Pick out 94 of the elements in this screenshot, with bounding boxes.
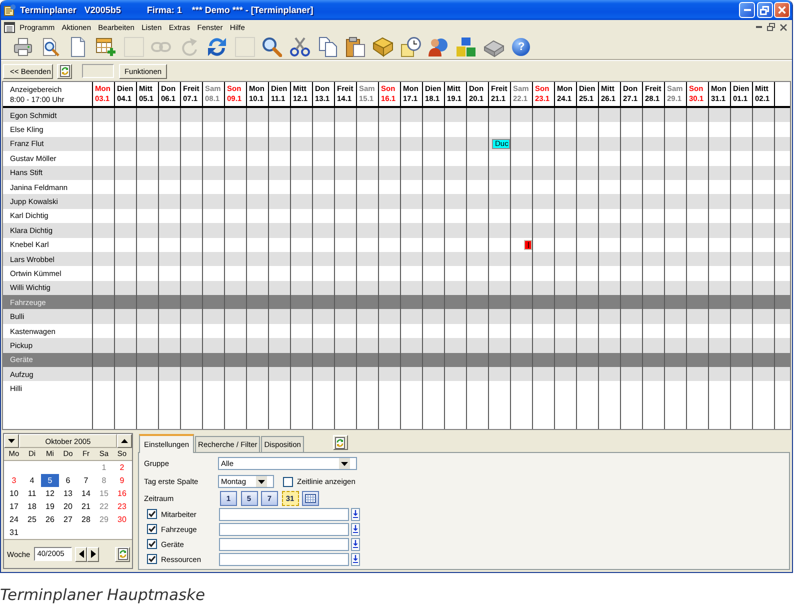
figure-caption: Terminplaner Hauptmaske	[0, 586, 206, 604]
calendar-day[interactable]: 25	[23, 513, 41, 526]
calendar-day[interactable]: 26	[41, 513, 59, 526]
calendar-day[interactable]: 24	[5, 513, 23, 526]
calendar-day[interactable]: 17	[5, 500, 23, 513]
close-button[interactable]	[774, 2, 790, 18]
calendar-day[interactable]: 8	[95, 474, 113, 487]
arrow-down-bar-icon	[353, 510, 358, 518]
checkbox[interactable]	[283, 476, 293, 486]
arrow-down-bar-icon	[353, 540, 358, 548]
arrow-down-bar-icon	[353, 525, 358, 533]
calendar-day[interactable]: 15	[95, 487, 113, 500]
minimize-button[interactable]	[739, 2, 755, 18]
restore-button[interactable]	[756, 2, 772, 18]
calendar-day[interactable]: 18	[23, 500, 41, 513]
page-refresh-icon	[60, 65, 70, 77]
previous-month-button[interactable]	[4, 434, 19, 448]
calendar-day[interactable]: 4	[23, 474, 41, 487]
calendar-day[interactable]: 28	[77, 513, 95, 526]
refresh-button[interactable]	[57, 64, 72, 78]
version-label: V2005b5	[84, 5, 121, 15]
restore-icon[interactable]	[767, 23, 775, 31]
calendar-day[interactable]: 6	[59, 474, 77, 487]
calendar-day[interactable]: 31	[5, 526, 23, 539]
previous-week-button[interactable]	[75, 546, 88, 562]
app-title: Terminplaner	[20, 5, 76, 15]
checkbox[interactable]	[147, 524, 157, 534]
calendar-day[interactable]: 19	[41, 500, 59, 513]
table-plus-icon[interactable]	[96, 36, 116, 56]
calendar-day[interactable]: 21	[77, 500, 95, 513]
calendar-day[interactable]: 20	[59, 500, 77, 513]
select-button[interactable]	[351, 552, 360, 566]
triangle-down-icon	[8, 439, 15, 443]
company-label: Firma: 1	[146, 5, 182, 15]
calendar-day[interactable]: 1	[95, 461, 113, 474]
filter-field[interactable]	[219, 508, 349, 520]
calendar-day[interactable]: 3	[5, 474, 23, 487]
calendar-day[interactable]: 29	[95, 513, 113, 526]
calendar-day[interactable]: 5	[41, 474, 59, 487]
next-month-button[interactable]	[117, 434, 132, 448]
triangle-up-icon	[121, 439, 128, 443]
caret-down-icon	[258, 480, 265, 484]
calendar-day[interactable]: 9	[113, 474, 131, 487]
scissors-icon[interactable]	[290, 36, 310, 56]
checkbox[interactable]	[147, 509, 157, 519]
close-icon	[778, 6, 786, 14]
blocks-icon[interactable]	[456, 36, 476, 56]
page-refresh-icon	[335, 436, 346, 448]
calendar-day[interactable]: 22	[95, 500, 113, 513]
calendar-day[interactable]: 2	[113, 461, 131, 474]
calendar-day[interactable]: 23	[113, 500, 131, 513]
document-title: *** Demo *** - [Terminplaner]	[192, 5, 314, 15]
calendar-day[interactable]: 30	[113, 513, 131, 526]
calendar-day[interactable]: 7	[77, 474, 95, 487]
calendar-day[interactable]: 11	[23, 487, 41, 500]
calendar-day[interactable]: 14	[77, 487, 95, 500]
page-refresh-icon	[118, 548, 128, 560]
text-field[interactable]	[82, 64, 114, 78]
cube-icon[interactable]	[372, 36, 393, 56]
copy-icon[interactable]	[318, 36, 338, 56]
person-globe-icon[interactable]	[428, 36, 448, 56]
refresh-button[interactable]	[115, 546, 130, 562]
appointment-marker[interactable]	[524, 240, 532, 250]
select-button[interactable]	[351, 522, 360, 536]
calendar-day[interactable]: 12	[41, 487, 59, 500]
caret-down-icon	[341, 462, 348, 466]
refresh-icon[interactable]	[206, 36, 227, 56]
filter-field[interactable]	[219, 522, 349, 536]
calendar-day[interactable]: 13	[59, 487, 77, 500]
triangle-left-icon	[78, 550, 84, 558]
calendar-grid-icon	[305, 494, 316, 503]
calendar-day[interactable]: 16	[113, 487, 131, 500]
page-magnifier-icon[interactable]	[40, 36, 61, 56]
printer-icon[interactable]	[13, 36, 33, 56]
calendar-day[interactable]: 10	[5, 487, 23, 500]
select-button[interactable]	[351, 538, 360, 550]
minimize-icon	[744, 9, 750, 11]
note-clock-icon[interactable]	[400, 36, 421, 56]
calendar-day[interactable]: 27	[59, 513, 77, 526]
select-button[interactable]	[351, 508, 360, 520]
triangle-right-icon	[90, 550, 96, 558]
clipboard-icon[interactable]	[345, 36, 366, 56]
refresh-button[interactable]	[332, 435, 348, 450]
checkbox[interactable]	[147, 554, 157, 564]
close-icon[interactable]	[780, 24, 787, 30]
app-icon	[4, 4, 16, 16]
checkbox[interactable]	[147, 539, 157, 549]
period-button[interactable]	[302, 491, 319, 506]
filter-field[interactable]	[219, 552, 349, 566]
next-week-button[interactable]	[87, 546, 100, 562]
filter-field[interactable]	[219, 538, 349, 550]
search-icon[interactable]	[262, 36, 282, 56]
arrow-down-bar-icon	[353, 555, 358, 563]
document-window-icon[interactable]	[4, 22, 15, 32]
